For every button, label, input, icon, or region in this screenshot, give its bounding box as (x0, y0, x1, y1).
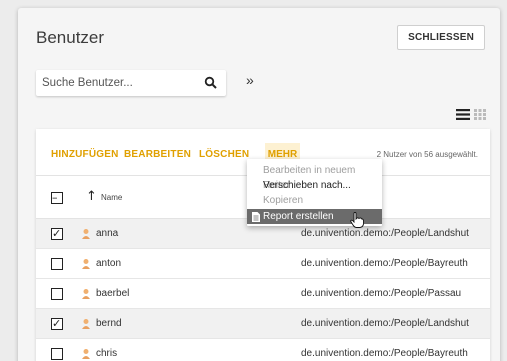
add-button[interactable]: HINZUFÜGEN (51, 149, 119, 160)
menu-item-edit-new-tab[interactable]: Bearbeiten in neuem Reiter (247, 163, 382, 191)
user-path: de.univention.demo:/People/Bayreuth (301, 258, 468, 269)
user-name: bernd (96, 318, 122, 329)
list-view-icon[interactable] (456, 109, 470, 120)
row-checkbox[interactable] (51, 288, 63, 300)
table-row[interactable]: ✓ bernd de.univention.demo:/People/Lands… (36, 309, 490, 339)
report-icon (252, 212, 260, 222)
more-search-options-button[interactable]: » (246, 72, 254, 88)
row-checkbox[interactable] (51, 258, 63, 270)
user-name: anton (96, 258, 122, 269)
row-checkbox[interactable] (51, 348, 63, 360)
checkmark-icon: ✓ (52, 227, 62, 240)
user-name: chris (96, 348, 118, 359)
row-checkbox[interactable]: ✓ (51, 228, 63, 240)
view-toggle (456, 109, 486, 120)
hand-cursor-icon (350, 212, 364, 228)
edit-button[interactable]: BEARBEITEN (124, 149, 191, 160)
column-header-name[interactable]: Name (101, 193, 122, 202)
user-name: anna (96, 228, 119, 239)
user-path: de.univention.demo:/People/Landshut (301, 318, 469, 329)
table-row[interactable]: anton de.univention.demo:/People/Bayreut… (36, 249, 490, 279)
user-icon (82, 259, 90, 269)
user-icon (82, 319, 90, 329)
user-icon (82, 289, 90, 299)
search-input[interactable] (42, 74, 202, 92)
selection-status: 2 Nutzer von 56 ausgewählt. (376, 150, 478, 159)
user-path: de.univention.demo:/People/Landshut (301, 228, 469, 239)
table-row[interactable]: baerbel de.univention.demo:/People/Passa… (36, 279, 490, 309)
checkmark-icon: ✓ (52, 317, 62, 330)
user-path: de.univention.demo:/People/Passau (301, 288, 462, 299)
user-icon (82, 349, 90, 359)
indeterminate-icon: – (52, 191, 58, 204)
user-path: de.univention.demo:/People/Bayreuth (301, 348, 468, 359)
search-icon[interactable] (204, 76, 218, 90)
delete-button[interactable]: LÖSCHEN (199, 149, 249, 160)
menu-item-create-report-label: Report erstellen (263, 211, 334, 222)
menu-item-copy[interactable]: Kopieren (247, 193, 382, 208)
user-icon (82, 229, 90, 239)
row-checkbox[interactable]: ✓ (51, 318, 63, 330)
table-row[interactable]: chris de.univention.demo:/People/Bayreut… (36, 339, 490, 361)
sort-ascending-icon[interactable]: ↑ (86, 189, 97, 204)
close-button[interactable]: SCHLIESSEN (397, 25, 485, 50)
select-all-checkbox[interactable]: – (51, 192, 63, 204)
menu-item-move-to[interactable]: Verschieben nach... (247, 178, 382, 193)
search-box[interactable] (36, 70, 226, 96)
user-name: baerbel (96, 288, 130, 299)
page-title: Benutzer (36, 28, 105, 47)
grid-view-icon[interactable] (474, 109, 486, 120)
